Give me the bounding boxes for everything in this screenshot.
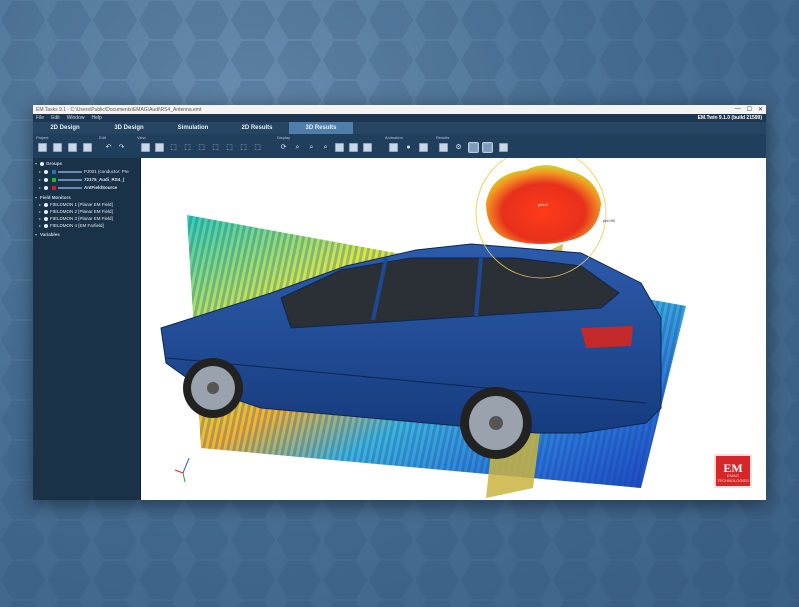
view-back-icon[interactable]: ⬚ xyxy=(183,143,192,152)
visibility-icon[interactable] xyxy=(44,209,48,214)
app-name: EM.Twin 9.1.0 (build 21599) xyxy=(697,115,762,121)
render-icon[interactable] xyxy=(335,143,344,152)
tree-variables-label: Variables xyxy=(40,232,60,237)
menu-window[interactable]: Window xyxy=(67,115,85,121)
toolbar-group-results: Results xyxy=(436,135,450,140)
application-window: EM.Tasks 9.1 - C:\Users\Public\Documents… xyxy=(33,105,766,500)
menu-file[interactable]: File xyxy=(36,115,44,121)
mesh-icon[interactable] xyxy=(349,143,358,152)
tree-item-audi-rs4[interactable]: ▸ 72175_Audi_RS4_( xyxy=(39,176,124,183)
tree-item-label: FIELDMON 3 [Planar EM Field] xyxy=(50,216,113,221)
stop-icon[interactable] xyxy=(419,143,428,152)
palette-icon[interactable] xyxy=(482,142,493,153)
title-bar: EM.Tasks 9.1 - C:\Users\Public\Documents… xyxy=(33,105,766,114)
tree-item-fieldmon-1[interactable]: ▸ FIELDMON 1 [Planar EM Field] xyxy=(39,201,113,208)
tree-monitors-label: Field Monitors xyxy=(40,195,71,200)
colorbar-icon[interactable] xyxy=(499,143,508,152)
menu-edit[interactable]: Edit xyxy=(51,115,60,121)
axis-triad xyxy=(174,457,190,483)
tab-simulation[interactable]: Simulation xyxy=(161,122,225,134)
toolbar-group-display: Display xyxy=(277,135,291,140)
tab-3d-results[interactable]: 3D Results xyxy=(289,122,353,134)
maximize-icon[interactable]: ☐ xyxy=(747,106,752,113)
window-title: EM.Tasks 9.1 - C:\Users\Public\Documents… xyxy=(36,106,202,113)
tree-groups-header[interactable]: ▾ Groups xyxy=(35,160,62,167)
view-top-icon[interactable]: ⬚ xyxy=(225,143,234,152)
color-swatch[interactable] xyxy=(52,177,56,182)
menu-help[interactable]: Help xyxy=(91,115,101,121)
visibility-icon[interactable] xyxy=(40,161,44,166)
menu-bar: File Edit Window Help EM.Twin 9.1.0 (bui… xyxy=(33,114,766,122)
save-project-icon[interactable] xyxy=(53,143,62,152)
pattern-axis-label: phi=90 xyxy=(603,218,616,223)
visibility-icon[interactable] xyxy=(44,177,48,182)
view-iso-icon[interactable]: ⬚ xyxy=(253,143,262,152)
view-bottom-icon[interactable]: ⬚ xyxy=(239,143,248,152)
tree-monitors-header[interactable]: ▾ Field Monitors xyxy=(35,194,71,201)
tree-item-label: AntFieldSource xyxy=(84,185,118,190)
tab-2d-design[interactable]: 2D Design xyxy=(33,122,97,134)
view-left-icon[interactable]: ⬚ xyxy=(197,143,206,152)
close-icon[interactable]: ✕ xyxy=(758,106,763,113)
field-icon[interactable] xyxy=(468,142,479,153)
tree-item-label: PJ001 (conductor: Pre xyxy=(84,169,129,174)
tree-item-pj001[interactable]: ▸ PJ001 (conductor: Pre xyxy=(39,168,129,175)
view-right-icon[interactable]: ⬚ xyxy=(211,143,220,152)
toolbar-group-project: Project xyxy=(36,135,49,140)
tree-item-fieldmon-2[interactable]: ▸ FIELDMON 2 [Planar EM Field] xyxy=(39,208,113,215)
plot-icon[interactable] xyxy=(439,143,448,152)
visibility-icon[interactable] xyxy=(44,185,48,190)
zoom-extents-icon[interactable] xyxy=(155,143,164,152)
project-tree: ▾ Groups ▸ PJ001 (conductor: Pre ▸ 72175… xyxy=(33,158,141,500)
view-3d-icon[interactable] xyxy=(141,143,150,152)
toolbar-group-animation: Animation xyxy=(385,135,403,140)
tree-item-label: 72175_Audi_RS4_( xyxy=(84,177,125,182)
zoom-in-icon[interactable]: ⌕ xyxy=(307,143,316,152)
toolbar-group-view: View xyxy=(137,135,146,140)
export-icon[interactable] xyxy=(83,143,92,152)
tree-item-fieldmon-3[interactable]: ▸ FIELDMON 3 [Planar EM Field] xyxy=(39,215,113,222)
visibility-icon[interactable] xyxy=(44,223,48,228)
tree-item-label: FIELDMON 4 [EM Farfield] xyxy=(50,223,104,228)
redo-icon[interactable]: ↷ xyxy=(117,143,126,152)
zoom-icon[interactable]: ⌕ xyxy=(293,143,302,152)
pattern-label: phi=0 xyxy=(538,202,549,207)
layer-bar xyxy=(58,186,82,189)
undo-icon[interactable]: ↶ xyxy=(104,143,113,152)
toolbar-group-edit: Edit xyxy=(99,135,106,140)
3d-viewport[interactable]: phi=0 phi=90 EM EMAG TECHNOLOGIES xyxy=(141,158,766,500)
ribbon-tabs: 2D Design 3D Design Simulation 2D Result… xyxy=(33,122,766,134)
tab-3d-design[interactable]: 3D Design xyxy=(97,122,161,134)
visibility-icon[interactable] xyxy=(44,216,48,221)
tree-variables-header[interactable]: ▾ Variables xyxy=(35,231,60,238)
play-icon[interactable]: ● xyxy=(404,143,413,152)
tree-item-label: FIELDMON 1 [Planar EM Field] xyxy=(50,202,113,207)
view-front-icon[interactable]: ⬚ xyxy=(169,143,178,152)
settings-icon[interactable]: ⚙ xyxy=(454,143,463,152)
color-swatch[interactable] xyxy=(52,169,56,174)
visibility-icon[interactable] xyxy=(44,202,48,207)
color-swatch[interactable] xyxy=(52,185,56,190)
minimize-icon[interactable]: — xyxy=(735,106,741,113)
open-project-icon[interactable] xyxy=(38,143,47,152)
tree-item-label: FIELDMON 2 [Planar EM Field] xyxy=(50,209,113,214)
layer-bar xyxy=(58,178,82,181)
chart-icon[interactable] xyxy=(363,143,372,152)
emag-logo: EM EMAG TECHNOLOGIES xyxy=(714,454,752,488)
toolbar: Project Edit View Display Animation Resu… xyxy=(33,134,766,159)
tree-groups-label: Groups xyxy=(46,161,63,166)
save-as-icon[interactable] xyxy=(68,143,77,152)
tree-item-antfieldsource[interactable]: ▸ AntFieldSource xyxy=(39,184,117,191)
rotate-icon[interactable]: ⟳ xyxy=(279,143,288,152)
visibility-icon[interactable] xyxy=(44,169,48,174)
tab-2d-results[interactable]: 2D Results xyxy=(225,122,289,134)
layer-bar xyxy=(58,170,82,173)
tree-item-fieldmon-4[interactable]: ▸ FIELDMON 4 [EM Farfield] xyxy=(39,222,104,229)
zoom-out-icon[interactable]: ⌕ xyxy=(321,143,330,152)
animate-icon[interactable] xyxy=(389,143,398,152)
scene-canvas[interactable]: phi=0 phi=90 xyxy=(141,158,766,500)
